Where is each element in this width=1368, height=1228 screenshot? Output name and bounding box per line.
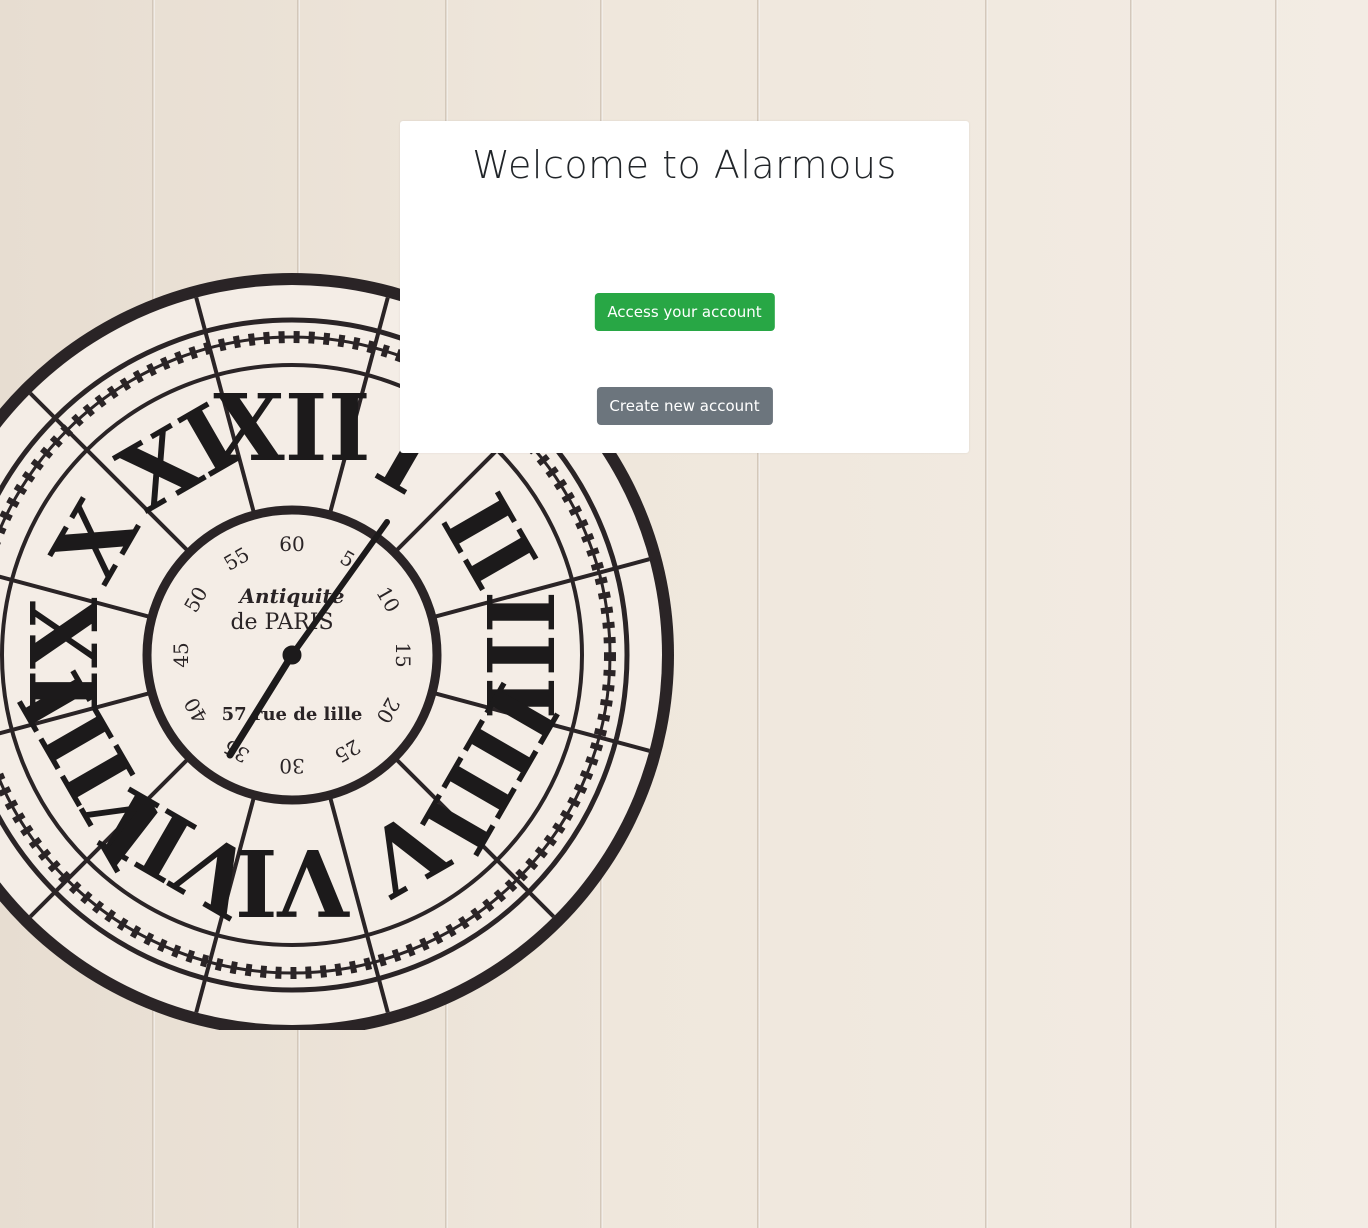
welcome-card: Welcome to Alarmous Access your account … [400,121,969,453]
wall-plank-line [985,0,988,1228]
access-account-button[interactable]: Access your account [594,293,775,331]
clock-minute-mark: 45 [169,642,193,667]
clock-minute-mark: 60 [279,532,304,556]
wall-plank-line [1130,0,1133,1228]
create-account-button[interactable]: Create new account [596,387,773,425]
clock-minute-mark: 15 [391,642,415,667]
clock-address: 57 rue de lille [222,704,363,725]
clock-numeral: IX [11,597,119,712]
clock-minute-mark: 30 [279,754,304,778]
wall-plank-line [1275,0,1278,1228]
page-title: Welcome to Alarmous [472,143,897,187]
